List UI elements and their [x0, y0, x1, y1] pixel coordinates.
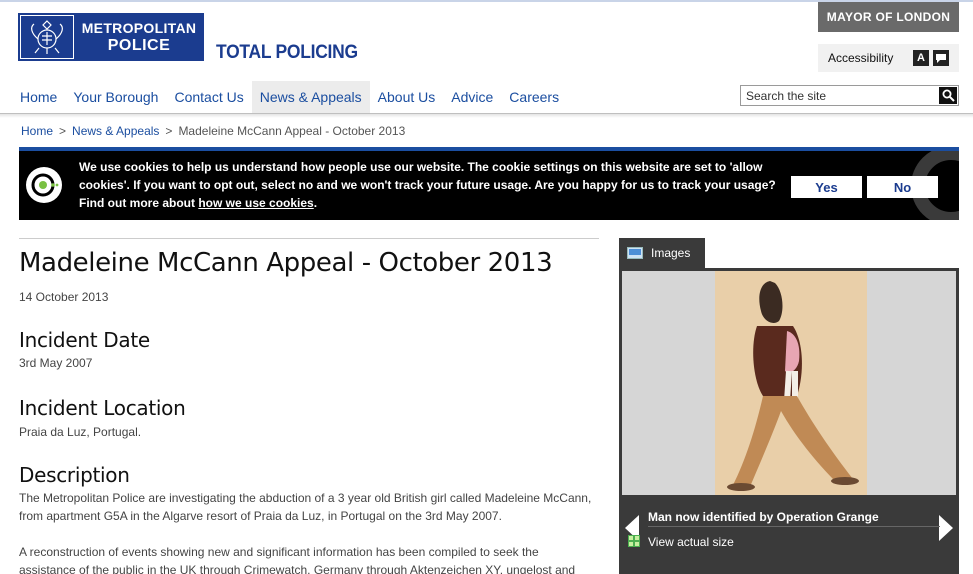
search-box — [740, 85, 959, 106]
logo-text: METROPOLITAN POLICE — [80, 20, 198, 54]
image-caption: Man now identified by Operation Grange — [648, 510, 879, 524]
incident-location-value: Praia da Luz, Portugal. — [19, 425, 142, 439]
description-paragraph-2: A reconstruction of events showing new a… — [19, 545, 576, 574]
incident-date-heading: Incident Date — [19, 328, 150, 352]
cookie-yes-button[interactable]: Yes — [791, 176, 862, 198]
image-gallery: Man now identified by Operation Grange V… — [619, 268, 959, 574]
logo-line-1: METROPOLITAN — [81, 20, 197, 36]
breadcrumb-news-appeals[interactable]: News & Appeals — [72, 124, 159, 138]
nav-your-borough[interactable]: Your Borough — [65, 81, 166, 113]
content-divider — [19, 238, 599, 239]
cookie-policy-link[interactable]: how we use cookies — [198, 196, 313, 210]
next-image-button[interactable] — [939, 515, 953, 541]
cookie-text: We use cookies to help us understand how… — [79, 160, 776, 210]
view-actual-size-link[interactable]: View actual size — [648, 535, 734, 549]
nav-about-us[interactable]: About Us — [370, 81, 444, 113]
search-input[interactable] — [741, 86, 933, 105]
cookie-no-button[interactable]: No — [867, 176, 938, 198]
images-tab-label: Images — [651, 246, 691, 260]
breadcrumb-home[interactable]: Home — [21, 124, 53, 138]
description-paragraph-1: The Metropolitan Police are investigatin… — [19, 491, 592, 523]
nav-home[interactable]: Home — [12, 81, 65, 113]
accessibility-link[interactable]: Accessibility — [828, 51, 893, 65]
description-heading: Description — [19, 463, 130, 487]
caption-divider — [648, 526, 940, 527]
cookie-message: We use cookies to help us understand how… — [79, 158, 779, 212]
breadcrumb-separator: > — [165, 124, 173, 138]
image-icon — [627, 247, 643, 259]
images-tab[interactable]: Images — [619, 238, 705, 268]
incident-date-value: 3rd May 2007 — [19, 356, 93, 370]
cookie-text-end: . — [313, 196, 318, 210]
breadcrumb-current: Madeleine McCann Appeal - October 2013 — [178, 124, 406, 138]
mayor-of-london-link[interactable]: MAYOR OF LONDON — [818, 2, 959, 32]
nav-advice[interactable]: Advice — [443, 81, 501, 113]
suspect-sketch-image[interactable] — [715, 271, 867, 495]
breadcrumb: Home > News & Appeals > Madeleine McCann… — [21, 124, 405, 138]
enlarge-icon — [628, 535, 640, 547]
breadcrumb-separator: > — [59, 124, 67, 138]
search-icon — [942, 89, 955, 102]
logo-line-2: POLICE — [107, 37, 171, 54]
cookie-banner: We use cookies to help us understand how… — [19, 147, 959, 220]
publish-date: 14 October 2013 — [19, 290, 109, 304]
incident-location-heading: Incident Location — [19, 396, 186, 420]
text-size-button[interactable]: A — [913, 50, 929, 66]
page-title: Madeleine McCann Appeal - October 2013 — [19, 248, 553, 278]
nav-careers[interactable]: Careers — [501, 81, 567, 113]
cookie-icon — [26, 167, 62, 203]
nav-news-appeals[interactable]: News & Appeals — [251, 81, 370, 113]
tagline: TOTAL POLICING — [216, 42, 358, 63]
met-police-logo[interactable]: METROPOLITAN POLICE — [18, 13, 204, 61]
nav-shadow — [0, 114, 973, 118]
main-nav: Home Your Borough Contact Us News & Appe… — [12, 81, 567, 113]
speech-bubble-icon[interactable] — [933, 50, 949, 66]
search-button[interactable] — [939, 87, 957, 104]
image-frame — [622, 271, 956, 495]
nav-contact-us[interactable]: Contact Us — [166, 81, 251, 113]
accessibility-bar: Accessibility A — [818, 44, 959, 72]
crest-icon — [20, 15, 74, 59]
